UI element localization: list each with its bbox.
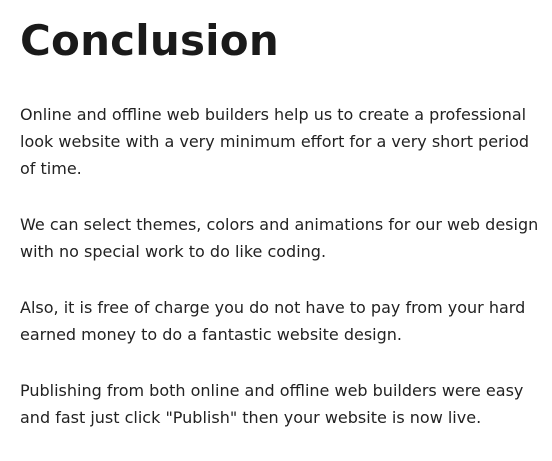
page-title: Conclusion <box>20 16 279 65</box>
article: Conclusion Online and offline web builde… <box>20 10 540 431</box>
paragraph-2: We can select themes, colors and animati… <box>20 215 539 261</box>
paragraph-1: Online and offline web builders help us … <box>20 105 530 178</box>
paragraph-3: Also, it is free of charge you do not ha… <box>20 298 526 344</box>
paragraph-4: Publishing from both online and offline … <box>20 381 524 427</box>
